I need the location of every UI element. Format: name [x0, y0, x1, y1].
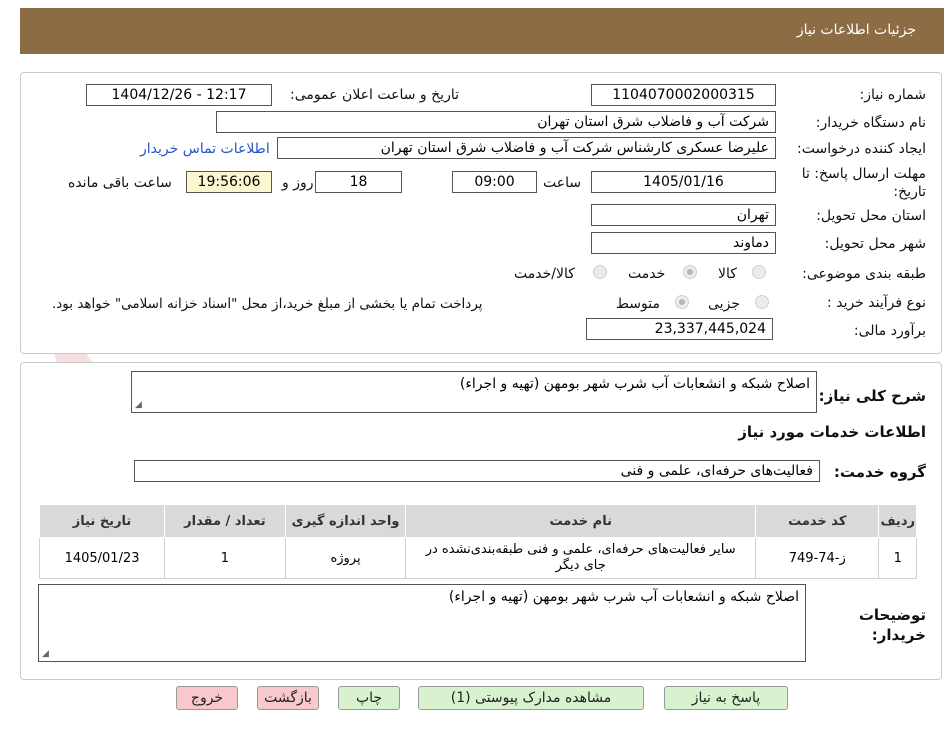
deadline-label: مهلت ارسال پاسخ: تا تاریخ: [801, 166, 926, 200]
summary-text: اصلاح شبکه و انشعابات آب شرب شهر بومهن (… [459, 376, 810, 392]
summary-label: شرح کلی نیاز: [818, 387, 926, 405]
services-section-title: اطلاعات خدمات مورد نیاز [738, 423, 926, 441]
cell-qty: 1 [164, 537, 286, 579]
print-button[interactable]: چاپ [338, 686, 400, 710]
requester-label: ایجاد کننده درخواست: [797, 141, 926, 157]
col-service-code: کد خدمت [755, 504, 880, 538]
cell-unit: پروژه [284, 537, 407, 579]
announce-label: تاریخ و ساعت اعلان عمومی: [290, 87, 459, 103]
services-table: تاریخ نیاز تعداد / مقدار واحد اندازه گیر… [38, 504, 917, 579]
attachments-button[interactable]: مشاهده مدارک پیوستی (1) [418, 686, 644, 710]
process-note: پرداخت تمام یا بخشی از مبلغ خرید،از محل … [52, 296, 483, 312]
city-label: شهر محل تحویل: [824, 236, 926, 252]
process-medium-radio[interactable] [675, 295, 689, 309]
buyer-contact-link[interactable]: اطلاعات تماس خریدار [140, 141, 270, 157]
resize-grip-icon[interactable]: ◢ [42, 649, 49, 659]
requester-field: علیرضا عسکری کارشناس شرکت آب و فاضلاب شر… [277, 137, 776, 159]
budget-label: برآورد مالی: [853, 323, 926, 339]
budget-field: 23,337,445,024 [586, 318, 773, 340]
city-field: دماوند [591, 232, 776, 254]
table-row: 1405/01/23 1 پروژه سایر فعالیت‌های حرفه‌… [38, 537, 917, 579]
buyer-org-label: نام دستگاه خریدار: [815, 115, 926, 131]
category-service-radio[interactable] [683, 265, 697, 279]
need-number-field: 1104070002000315 [591, 84, 776, 106]
remaining-label: ساعت باقی مانده [68, 175, 172, 191]
col-need-date: تاریخ نیاز [38, 504, 166, 538]
cell-service-name: سایر فعالیت‌های حرفه‌ای، علمی و فنی طبقه… [405, 537, 757, 579]
col-qty: تعداد / مقدار [164, 504, 286, 538]
province-label: استان محل تحویل: [816, 208, 926, 224]
buyer-org-field: شرکت آب و فاضلاب شرق استان تهران [216, 111, 776, 133]
page-title: جزئیات اطلاعات نیاز [796, 22, 916, 38]
remaining-time-field: 19:56:06 [186, 171, 272, 193]
exit-button[interactable]: خروج [176, 686, 238, 710]
table-header-row: تاریخ نیاز تعداد / مقدار واحد اندازه گیر… [38, 504, 917, 538]
process-minor-label: جزیی [708, 296, 740, 312]
days-label: روز و [282, 175, 314, 191]
service-group-label: گروه خدمت: [833, 463, 926, 481]
buyer-notes-text: اصلاح شبکه و انشعابات آب شرب شهر بومهن (… [448, 589, 799, 605]
announce-field: 1404/12/26 - 12:17 [86, 84, 272, 106]
category-goods-label: کالا [718, 266, 737, 282]
buyer-notes-textarea[interactable]: اصلاح شبکه و انشعابات آب شرب شهر بومهن (… [38, 584, 806, 662]
deadline-time-label: ساعت [543, 175, 582, 191]
category-label: طبقه بندی موضوعی: [802, 266, 926, 282]
cell-row: 1 [878, 537, 917, 579]
resize-grip-icon[interactable]: ◢ [135, 400, 142, 410]
cell-need-date: 1405/01/23 [38, 537, 166, 579]
col-row: ردیف [878, 504, 917, 538]
deadline-time-field: 09:00 [452, 171, 537, 193]
service-group-field: فعالیت‌های حرفه‌ای، علمی و فنی [134, 460, 820, 482]
cell-service-code: ز-74-749 [755, 537, 880, 579]
process-minor-radio[interactable] [755, 295, 769, 309]
summary-textarea[interactable]: اصلاح شبکه و انشعابات آب شرب شهر بومهن (… [131, 371, 817, 413]
days-remaining-field: 18 [315, 171, 402, 193]
buyer-notes-label: توضیحات خریدار: [858, 606, 926, 644]
category-both-radio[interactable] [593, 265, 607, 279]
back-button[interactable]: بازگشت [257, 686, 319, 710]
category-goods-radio[interactable] [752, 265, 766, 279]
deadline-date-field: 1405/01/16 [591, 171, 776, 193]
need-number-label: شماره نیاز: [859, 87, 927, 103]
province-field: تهران [591, 204, 776, 226]
category-both-label: کالا/خدمت [514, 266, 575, 282]
process-medium-label: متوسط [616, 296, 660, 312]
col-service-name: نام خدمت [405, 504, 757, 538]
category-service-label: خدمت [628, 266, 666, 282]
col-unit: واحد اندازه گیری [284, 504, 407, 538]
process-label: نوع فرآیند خرید : [827, 295, 926, 311]
reply-button[interactable]: پاسخ به نیاز [664, 686, 788, 710]
